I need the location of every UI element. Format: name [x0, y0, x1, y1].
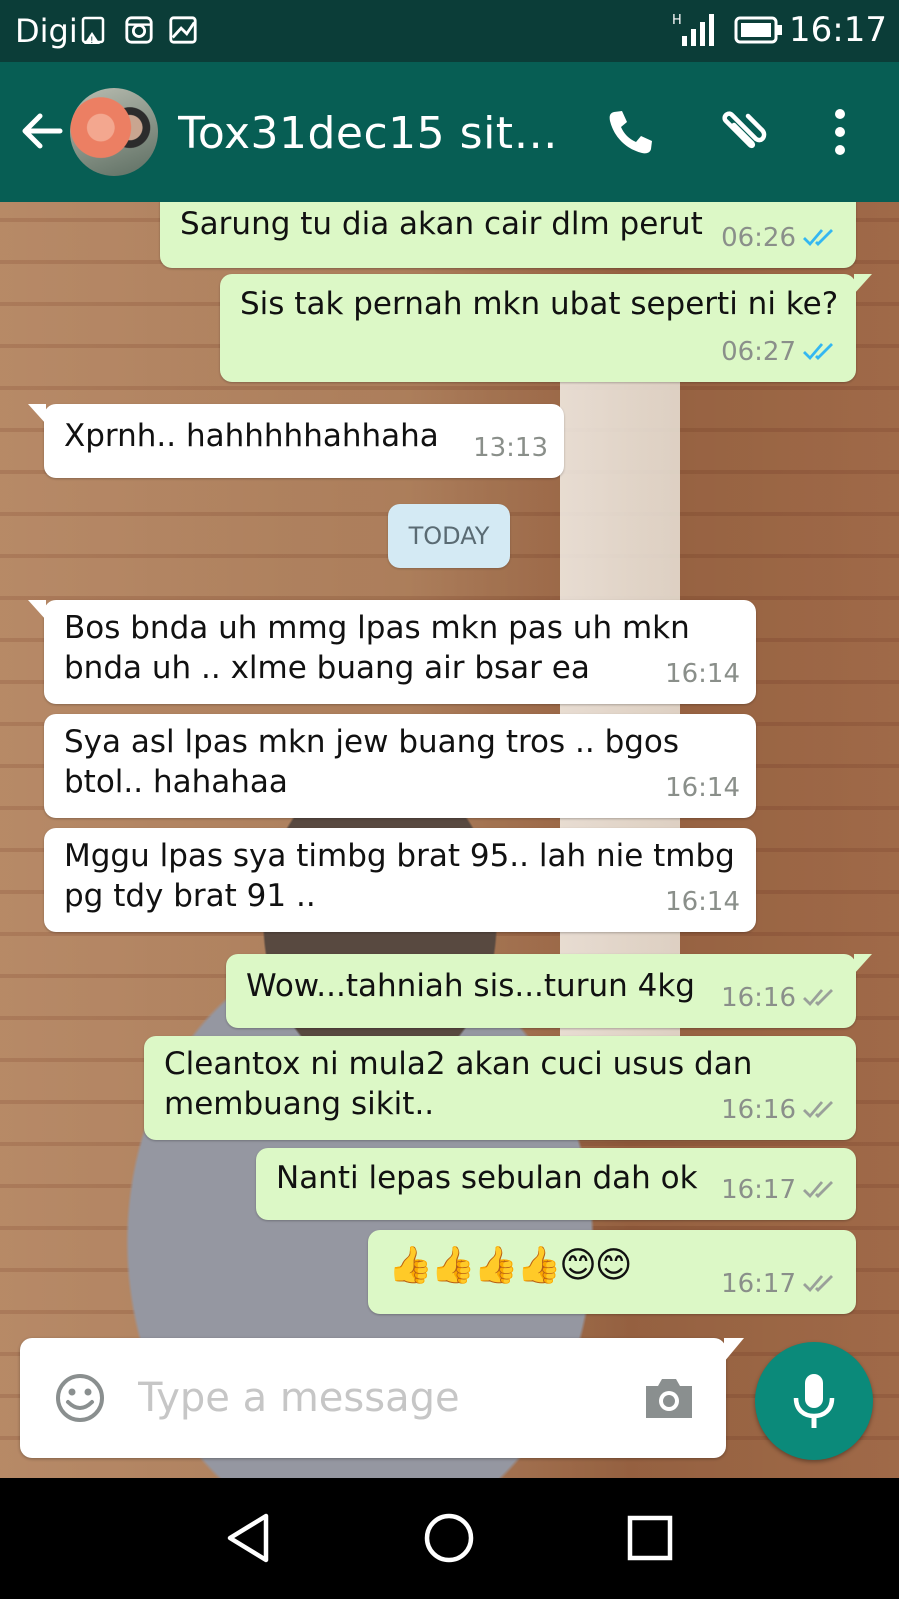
- chat-background: Sarung tu dia akan cair dlm perut 06:26 …: [0, 202, 899, 1478]
- message-bubble[interactable]: Mggu lpas sya timbg brat 95.. lah nie tm…: [44, 828, 756, 932]
- message-time: 16:14: [665, 773, 740, 803]
- svg-text:!: !: [90, 36, 94, 46]
- chat-header: Tox31dec15 siti n…: [0, 62, 899, 202]
- message-time: 16:16: [721, 983, 796, 1013]
- delivered-ticks-icon: [803, 1101, 833, 1119]
- read-ticks-icon: [803, 229, 833, 247]
- bubble-tail: [854, 274, 872, 294]
- message-time: 16:14: [665, 659, 740, 689]
- read-ticks-icon: [803, 343, 833, 361]
- message-bubble[interactable]: Cleantox ni mula2 akan cuci usus dan mem…: [144, 1036, 856, 1140]
- instagram-icon: [125, 16, 153, 44]
- nav-back-icon[interactable]: [220, 1508, 280, 1568]
- gallery-lock-icon: !: [81, 16, 105, 46]
- message-text: Wow...tahniah sis...turun 4kg: [246, 968, 695, 1004]
- signal-icon: H: [672, 13, 714, 46]
- message-bubble[interactable]: Nanti lepas sebulan dah ok 16:17: [256, 1148, 856, 1220]
- message-time: 16:14: [665, 887, 740, 917]
- status-bar: Digi ! H 16:17: [0, 0, 899, 62]
- contact-name[interactable]: Tox31dec15 siti n…: [178, 108, 568, 159]
- message-meta: 06:26: [721, 218, 840, 258]
- message-text: Cleantox ni mula2 akan cuci usus dan mem…: [164, 1046, 753, 1122]
- message-time: 16:17: [721, 1175, 796, 1205]
- system-nav-bar: [0, 1478, 899, 1599]
- message-composer: [20, 1338, 744, 1458]
- emoji-icon[interactable]: [54, 1372, 106, 1424]
- message-bubble[interactable]: Xprnh.. hahhhhhahhaha 13:13: [28, 404, 564, 478]
- mic-icon: [793, 1374, 835, 1428]
- phone-icon[interactable]: [604, 106, 656, 158]
- message-bubble[interactable]: 👍👍👍👍😊😊 16:17: [368, 1230, 856, 1314]
- message-bubble[interactable]: Sya asl lpas mkn jew buang tros .. bgos …: [44, 714, 756, 818]
- message-text: Sya asl lpas mkn jew buang tros .. bgos …: [64, 724, 680, 800]
- message-text: Bos bnda uh mmg lpas mkn pas uh mkn bnda…: [64, 610, 690, 686]
- delivered-ticks-icon: [803, 989, 833, 1007]
- message-input[interactable]: [138, 1364, 608, 1432]
- message-bubble[interactable]: Sis tak pernah mkn ubat seperti ni ke? 0…: [220, 274, 872, 382]
- clock: 16:17: [789, 10, 887, 50]
- more-vert-icon[interactable]: [814, 106, 866, 158]
- message-bubble[interactable]: Sarung tu dia akan cair dlm perut 06:26: [160, 202, 856, 268]
- message-bubble[interactable]: Wow...tahniah sis...turun 4kg 16:16: [226, 954, 872, 1028]
- message-time: 13:13: [473, 433, 548, 463]
- message-time: 06:27: [721, 337, 796, 367]
- bubble-tail: [28, 600, 46, 620]
- message-meta: 16:16: [721, 978, 840, 1018]
- camera-icon[interactable]: [642, 1374, 696, 1422]
- image-icon: [169, 16, 197, 44]
- network-type: H: [672, 13, 682, 28]
- message-text: Sis tak pernah mkn ubat seperti ni ke?: [240, 286, 839, 322]
- message-text: 👍👍👍👍😊😊: [388, 1245, 632, 1286]
- message-text: Xprnh.. hahhhhhahhaha: [64, 418, 439, 454]
- message-meta: 16:17: [721, 1170, 840, 1210]
- mic-button[interactable]: [755, 1342, 873, 1460]
- delivered-ticks-icon: [803, 1181, 833, 1199]
- message-text: Mggu lpas sya timbg brat 95.. lah nie tm…: [64, 838, 735, 914]
- message-time: 06:26: [721, 223, 796, 253]
- nav-home-icon[interactable]: [419, 1508, 479, 1568]
- message-meta: 16:17: [721, 1264, 840, 1304]
- contact-avatar[interactable]: [70, 88, 158, 176]
- message-time: 16:17: [721, 1269, 796, 1299]
- message-time: 16:16: [721, 1095, 796, 1125]
- delivered-ticks-icon: [803, 1275, 833, 1293]
- date-divider: TODAY: [388, 504, 510, 568]
- back-arrow-icon[interactable]: [18, 108, 64, 154]
- message-text: Sarung tu dia akan cair dlm perut: [180, 206, 703, 242]
- nav-recents-icon[interactable]: [620, 1508, 680, 1568]
- battery-icon: [734, 16, 782, 44]
- message-meta: 06:27: [721, 332, 840, 372]
- message-text: Nanti lepas sebulan dah ok: [276, 1160, 698, 1196]
- message-bubble[interactable]: Bos bnda uh mmg lpas mkn pas uh mkn bnda…: [28, 600, 756, 704]
- bubble-tail: [854, 954, 872, 974]
- message-meta: 16:16: [721, 1090, 840, 1130]
- paperclip-icon[interactable]: [718, 106, 770, 158]
- bubble-tail: [28, 404, 46, 424]
- carrier-label: Digi: [15, 12, 78, 50]
